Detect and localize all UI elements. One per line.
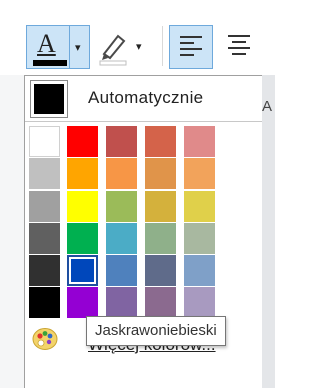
color-swatch[interactable] [106,191,137,222]
color-swatch[interactable] [67,158,98,189]
toolbar-divider [162,26,163,66]
color-swatch[interactable] [106,255,137,286]
color-swatch[interactable] [29,287,60,318]
color-swatch[interactable] [29,158,60,189]
color-swatch[interactable] [29,223,60,254]
color-swatch[interactable] [106,223,137,254]
color-swatch[interactable] [29,126,60,157]
color-swatch[interactable] [106,126,137,157]
color-swatch[interactable] [184,287,215,318]
color-swatch[interactable] [67,191,98,222]
color-palette-icon [32,328,58,350]
color-swatch[interactable] [67,287,98,318]
color-swatch[interactable] [67,223,98,254]
color-swatch[interactable] [184,126,215,157]
highlight-color-button[interactable]: ▾ [94,25,158,69]
color-swatch[interactable] [145,223,176,254]
align-left-button[interactable] [169,25,213,69]
color-swatch[interactable] [106,158,137,189]
color-swatch[interactable] [145,158,176,189]
color-name-tooltip: Jaskrawoniebieski [86,316,226,346]
paint-window: A ▾ ▾ A Automatycznie Jaskrawoniebieski [0,0,275,388]
color-swatch[interactable] [184,223,215,254]
color-swatch[interactable] [184,191,215,222]
canvas-background [262,75,275,388]
align-center-button[interactable] [218,25,258,69]
color-swatch[interactable] [145,255,176,286]
color-swatch[interactable] [145,287,176,318]
split-divider [69,26,70,68]
chevron-down-icon[interactable]: ▾ [136,40,142,53]
font-color-icon: A [37,29,56,58]
align-center-icon [228,35,250,59]
color-swatch[interactable] [29,255,60,286]
color-swatch[interactable] [29,191,60,222]
color-swatch[interactable] [67,255,98,286]
automatic-color-option[interactable]: Automatycznie [26,77,262,121]
align-left-icon [180,36,202,60]
chevron-down-icon[interactable]: ▾ [75,41,81,54]
automatic-color-swatch [30,80,68,118]
automatic-color-fill [34,84,64,114]
color-swatch[interactable] [106,287,137,318]
color-swatch[interactable] [145,126,176,157]
color-swatch[interactable] [184,158,215,189]
color-swatch-grid [25,122,262,319]
canvas-text-fragment: A [262,98,273,115]
color-swatch[interactable] [184,255,215,286]
automatic-color-label: Automatycznie [88,88,204,107]
color-swatch[interactable] [145,191,176,222]
color-swatch[interactable] [67,126,98,157]
ribbon-toolbar: A ▾ ▾ [0,0,275,75]
font-color-button[interactable]: A ▾ [26,25,90,69]
highlighter-icon [99,34,127,66]
current-font-color-bar [33,60,67,66]
